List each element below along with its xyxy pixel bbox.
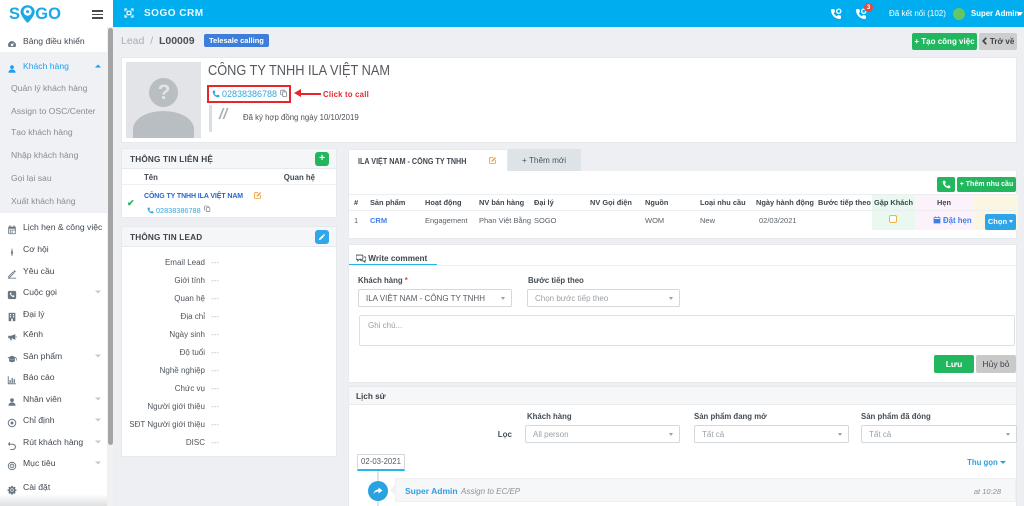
svg-text:S: S (9, 5, 20, 23)
svg-text:GO: GO (35, 5, 61, 23)
